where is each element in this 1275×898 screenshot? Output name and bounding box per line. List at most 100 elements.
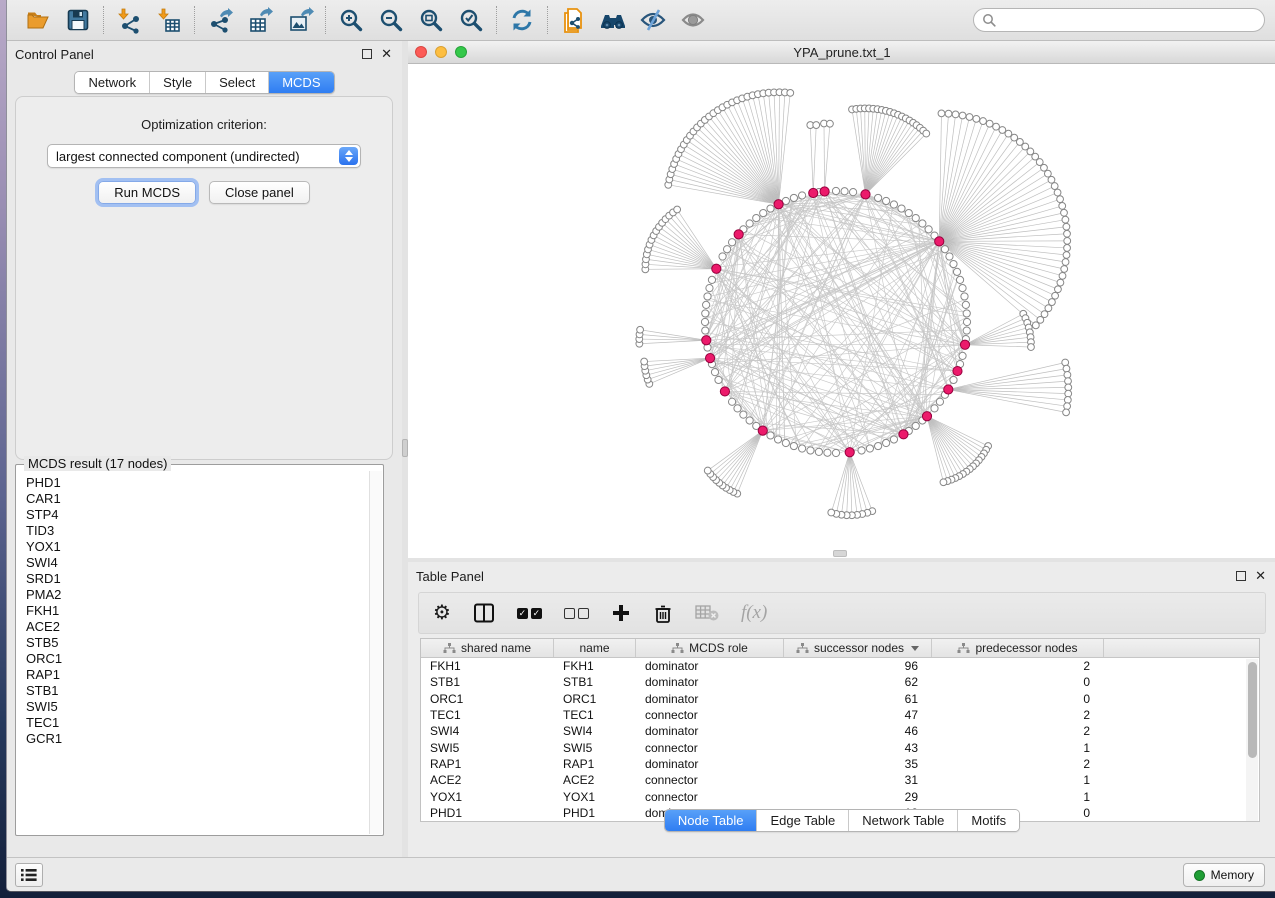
mcds-result-item[interactable]: SRD1 (26, 571, 369, 587)
zoom-out-button[interactable] (377, 6, 405, 34)
deselect-all-button[interactable] (564, 598, 589, 628)
table-row[interactable]: SWI5SWI5connector431 (421, 739, 1259, 755)
hide-details-button[interactable] (639, 6, 667, 34)
table-cell: ACE2 (421, 773, 554, 787)
table-options-button[interactable]: ⚙ (433, 598, 451, 628)
delete-column-button[interactable] (653, 598, 673, 628)
window-close-icon[interactable] (415, 46, 427, 58)
refresh-layout-button[interactable] (508, 6, 536, 34)
tab-motifs[interactable]: Motifs (958, 810, 1019, 831)
mcds-result-item[interactable]: FKH1 (26, 603, 369, 619)
column-layout-button[interactable] (473, 598, 495, 628)
tab-node-table[interactable]: Node Table (665, 810, 758, 831)
tab-edge-table[interactable]: Edge Table (757, 810, 849, 831)
close-table-panel-icon[interactable]: ✕ (1255, 571, 1266, 581)
float-table-panel-icon[interactable] (1236, 571, 1246, 581)
memory-button[interactable]: Memory (1183, 863, 1265, 887)
table-row[interactable]: SWI4SWI4dominator462 (421, 723, 1259, 739)
tab-mcds[interactable]: MCDS (269, 72, 333, 93)
export-table-button[interactable] (246, 6, 274, 34)
table-cell: 2 (932, 724, 1104, 738)
import-network-button[interactable] (115, 6, 143, 34)
table-row[interactable]: ACE2ACE2connector311 (421, 772, 1259, 788)
close-panel-button[interactable]: Close panel (209, 181, 310, 204)
tab-select[interactable]: Select (206, 72, 269, 93)
table-row[interactable]: TEC1TEC1connector472 (421, 707, 1259, 723)
tab-network[interactable]: Network (75, 72, 150, 93)
mcds-result-item[interactable]: STB1 (26, 683, 369, 699)
float-panel-icon[interactable] (362, 49, 372, 59)
window-maximize-icon[interactable] (455, 46, 467, 58)
search-box[interactable] (973, 8, 1265, 32)
table-header-row[interactable]: shared namenameMCDS rolesuccessor nodesp… (421, 639, 1259, 658)
find-neighbors-button[interactable] (599, 6, 627, 34)
optimization-criterion-select[interactable]: largest connected component (undirected) (47, 144, 361, 168)
column-header-name[interactable]: name (554, 639, 636, 657)
trash-icon (653, 603, 673, 624)
export-network-button[interactable] (206, 6, 234, 34)
mcds-result-item[interactable]: PHD1 (26, 475, 369, 491)
tab-style[interactable]: Style (150, 72, 206, 93)
mcds-result-item[interactable]: TID3 (26, 523, 369, 539)
open-folder-icon (25, 7, 51, 33)
mcds-result-list[interactable]: PHD1CAR1STP4TID3YOX1SWI4SRD1PMA2FKH1ACE2… (17, 471, 369, 834)
table-row[interactable]: ORC1ORC1dominator610 (421, 691, 1259, 707)
mcds-list-scrollbar[interactable] (369, 471, 382, 834)
delete-table-button[interactable] (695, 598, 719, 628)
table-cell: dominator (636, 692, 784, 706)
eye-icon (679, 6, 707, 34)
mcds-result-item[interactable]: ACE2 (26, 619, 369, 635)
table-cell: ORC1 (554, 692, 636, 706)
save-session-button[interactable] (64, 6, 92, 34)
mcds-result-item[interactable]: STP4 (26, 507, 369, 523)
network-canvas[interactable] (408, 64, 1275, 558)
search-input[interactable] (1001, 13, 1256, 27)
import-table-button[interactable] (155, 6, 183, 34)
zoom-fit-button[interactable] (417, 6, 445, 34)
attribute-tree-icon (796, 643, 809, 654)
mcds-result-item[interactable]: ORC1 (26, 651, 369, 667)
table-scrollbar-thumb[interactable] (1248, 662, 1257, 758)
tab-network-table[interactable]: Network Table (849, 810, 958, 831)
column-header-filler[interactable] (1104, 639, 1247, 657)
mcds-result-item[interactable]: GCR1 (26, 731, 369, 747)
table-cell: 31 (784, 773, 932, 787)
mcds-result-item[interactable]: TEC1 (26, 715, 369, 731)
close-panel-icon[interactable]: ✕ (381, 49, 392, 59)
table-row[interactable]: RAP1RAP1dominator352 (421, 756, 1259, 772)
canvas-grip[interactable] (833, 550, 847, 557)
task-history-button[interactable] (15, 863, 43, 887)
table-row[interactable]: YOX1YOX1connector291 (421, 788, 1259, 804)
table-cell: 0 (932, 675, 1104, 689)
open-file-button[interactable] (24, 6, 52, 34)
table-row[interactable]: STB1STB1dominator620 (421, 674, 1259, 690)
column-header-shared-name[interactable]: shared name (421, 639, 554, 657)
new-network-from-selection-button[interactable] (559, 6, 587, 34)
run-mcds-button[interactable]: Run MCDS (98, 181, 196, 204)
zoom-selected-button[interactable] (457, 6, 485, 34)
select-all-button[interactable]: ✓✓ (517, 598, 542, 628)
table-delete-icon (695, 604, 719, 622)
table-cell: dominator (636, 757, 784, 771)
column-header-MCDS-role[interactable]: MCDS role (636, 639, 784, 657)
mcds-result-item[interactable]: CAR1 (26, 491, 369, 507)
export-image-button[interactable] (286, 6, 314, 34)
window-minimize-icon[interactable] (435, 46, 447, 58)
table-row[interactable]: FKH1FKH1dominator962 (421, 658, 1259, 674)
application-window: Control Panel ✕ NetworkStyleSelectMCDS O… (6, 0, 1275, 892)
add-column-button[interactable] (611, 598, 631, 628)
mcds-result-item[interactable]: SWI4 (26, 555, 369, 571)
mcds-result-item[interactable]: RAP1 (26, 667, 369, 683)
zoom-in-button[interactable] (337, 6, 365, 34)
mcds-result-item[interactable]: YOX1 (26, 539, 369, 555)
table-scrollbar[interactable] (1246, 659, 1258, 821)
network-window-titlebar[interactable]: YPA_prune.txt_1 (408, 41, 1275, 64)
function-builder-button[interactable]: f(x) (741, 598, 767, 628)
mcds-result-item[interactable]: PMA2 (26, 587, 369, 603)
mcds-result-item[interactable]: SWI5 (26, 699, 369, 715)
mcds-result-item[interactable]: STB5 (26, 635, 369, 651)
column-header-successor-nodes[interactable]: successor nodes (784, 639, 932, 657)
column-header-predecessor-nodes[interactable]: predecessor nodes (932, 639, 1104, 657)
show-details-button[interactable] (679, 6, 707, 34)
table-cell: FKH1 (554, 659, 636, 673)
